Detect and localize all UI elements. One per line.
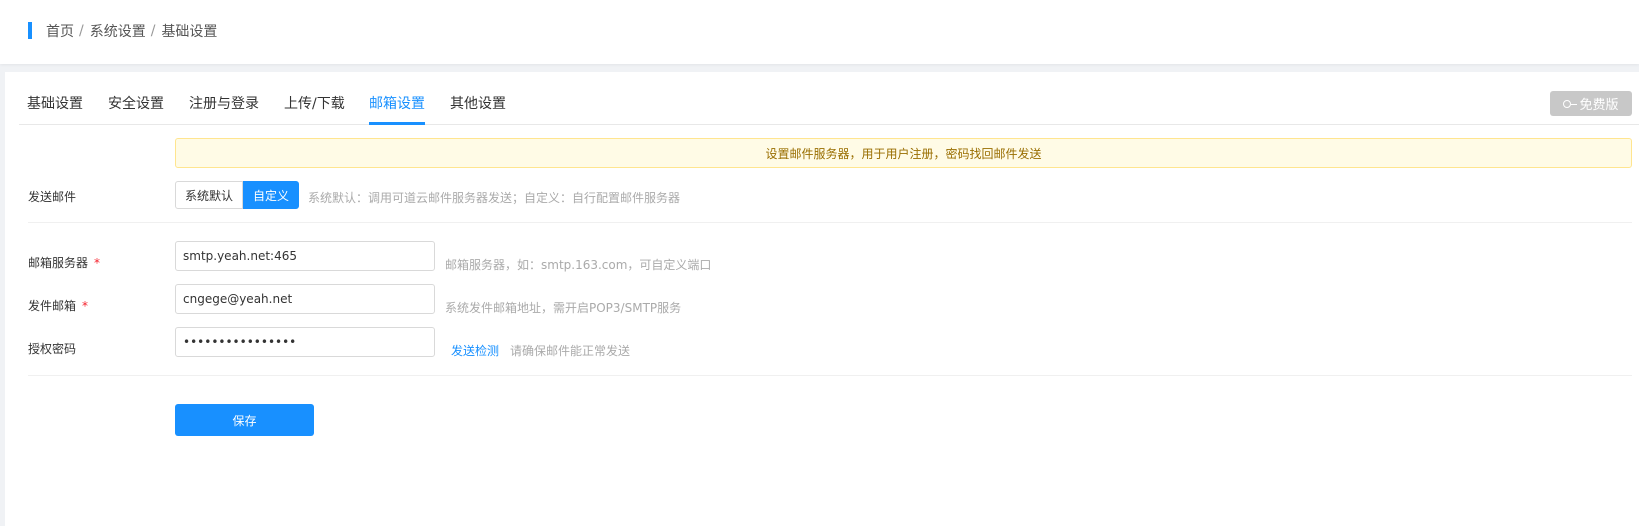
save-button[interactable]: 保存 xyxy=(175,404,314,436)
send-mail-hint: 系统默认：调用可道云邮件服务器发送；自定义：自行配置邮件服务器 xyxy=(308,191,681,205)
sender-email-label-text: 发件邮箱 xyxy=(28,299,77,313)
breadcrumb: 首页 / 系统设置 / 基础设置 xyxy=(46,21,217,41)
breadcrumb-system-settings[interactable]: 系统设置 xyxy=(90,21,146,41)
auth-password-hint: 请确保邮件能正常发送 xyxy=(510,344,631,358)
active-tab-indicator xyxy=(369,122,425,125)
tab-upload-download[interactable]: 上传/下载 xyxy=(284,93,345,113)
notice-banner: 设置邮件服务器，用于用户注册，密码找回邮件发送 xyxy=(175,138,1632,168)
option-system-default[interactable]: 系统默认 xyxy=(175,181,244,209)
key-icon xyxy=(1563,99,1578,108)
tab-basic[interactable]: 基础设置 xyxy=(27,93,83,113)
send-mail-toggle: 系统默认 自定义 xyxy=(175,181,300,209)
mail-server-hint: 邮箱服务器，如：smtp.163.com，可自定义端口 xyxy=(445,258,712,272)
auth-password-input[interactable] xyxy=(175,327,435,357)
free-version-badge[interactable]: 免费版 xyxy=(1550,91,1632,116)
top-header: 首页 / 系统设置 / 基础设置 xyxy=(0,0,1639,64)
mail-server-input[interactable] xyxy=(175,241,435,271)
tab-register-login[interactable]: 注册与登录 xyxy=(189,93,259,113)
breadcrumb-marker xyxy=(28,22,32,39)
auth-password-label: 授权密码 xyxy=(28,342,77,356)
settings-tabs: 基础设置 安全设置 注册与登录 上传/下载 邮箱设置 其他设置 xyxy=(19,72,1639,125)
sender-email-input[interactable] xyxy=(175,284,435,314)
tab-security[interactable]: 安全设置 xyxy=(108,93,164,113)
tab-email[interactable]: 邮箱设置 xyxy=(369,93,425,113)
required-mark: * xyxy=(94,256,101,270)
breadcrumb-home[interactable]: 首页 xyxy=(46,21,74,41)
sender-email-hint: 系统发件邮箱地址，需开启POP3/SMTP服务 xyxy=(445,301,682,315)
free-version-label: 免费版 xyxy=(1579,98,1619,113)
sender-email-label: 发件邮箱 * xyxy=(28,297,88,314)
option-custom[interactable]: 自定义 xyxy=(243,181,300,209)
breadcrumb-separator: / xyxy=(150,23,156,39)
section-divider xyxy=(28,375,1632,376)
tab-other[interactable]: 其他设置 xyxy=(450,93,506,113)
required-mark: * xyxy=(82,299,89,313)
breadcrumb-separator: / xyxy=(79,23,84,39)
send-mail-label: 发送邮件 xyxy=(28,190,77,204)
mail-server-label-text: 邮箱服务器 xyxy=(28,256,89,270)
settings-panel: 基础设置 安全设置 注册与登录 上传/下载 邮箱设置 其他设置 免费版 设置邮件… xyxy=(5,72,1639,526)
mail-server-label: 邮箱服务器 * xyxy=(28,254,100,271)
section-divider xyxy=(28,222,1632,223)
send-test-link[interactable]: 发送检测 xyxy=(451,342,499,359)
breadcrumb-basic-settings: 基础设置 xyxy=(161,24,218,40)
